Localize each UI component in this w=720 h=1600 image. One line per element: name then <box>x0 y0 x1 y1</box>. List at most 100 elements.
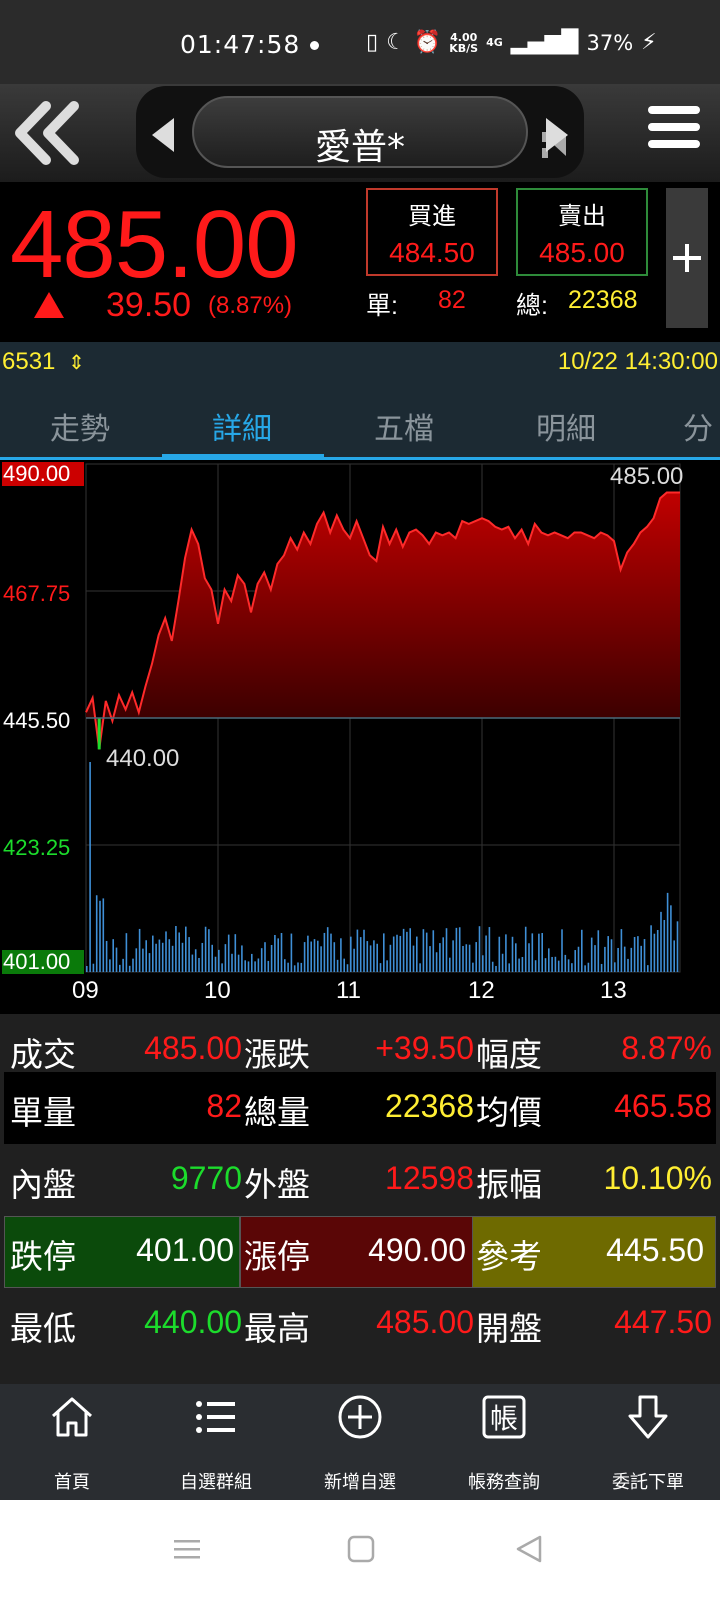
volume-bar <box>178 932 180 972</box>
volume-bar <box>538 933 540 972</box>
volume-bar <box>346 964 349 972</box>
volume-bar <box>557 960 560 972</box>
y-tick-label: 401.00 <box>3 949 70 974</box>
volume-bar <box>208 929 210 972</box>
nav-account-query[interactable]: 帳 帳務查詢 <box>432 1384 576 1500</box>
volume-bar <box>135 948 138 972</box>
volume-bar <box>251 953 253 972</box>
quote-header: 485.00 39.50 (8.87%) 買進 484.50 賣出 485.00… <box>0 182 720 342</box>
tab-transactions[interactable]: 明細 <box>486 404 646 448</box>
volume-bar <box>363 929 365 972</box>
volume-bar <box>389 944 392 972</box>
volume-bar <box>310 941 312 972</box>
volume-bar <box>274 934 276 972</box>
grid-row: 最低 440.00 最高 485.00 開盤 447.50 <box>4 1288 716 1360</box>
nav-place-order[interactable]: 委託下單 <box>576 1384 720 1500</box>
volume-bar <box>241 945 243 972</box>
volume-bar <box>171 945 174 972</box>
volume-bar <box>165 931 167 972</box>
volume-bar <box>640 945 642 972</box>
sell-button[interactable]: 賣出 485.00 <box>516 188 648 276</box>
grid-value: 8.87% <box>621 1030 712 1066</box>
volume-bar <box>227 934 230 972</box>
tab-detail[interactable]: 詳細 <box>162 404 322 448</box>
y-tick-label: 467.75 <box>3 581 70 606</box>
volume-bar <box>221 963 223 972</box>
prev-stock-button[interactable] <box>152 118 174 152</box>
volume-bar <box>554 956 557 972</box>
total-volume-label: 總: <box>516 292 548 320</box>
sell-label: 賣出 <box>558 202 606 230</box>
grid-label: 成交 <box>10 1035 76 1074</box>
volume-bar <box>300 962 303 972</box>
volume-bar <box>548 948 550 972</box>
volume-bar <box>647 965 649 972</box>
volume-bar <box>633 936 636 972</box>
volume-bar <box>643 939 646 972</box>
volume-bar <box>399 935 402 972</box>
x-tick-label: 10 <box>204 977 231 1004</box>
volume-bar <box>637 936 639 972</box>
volume-bar <box>475 942 477 972</box>
buy-button[interactable]: 買進 484.50 <box>366 188 498 276</box>
grid-row: 單量 82 總量 22368 均價 465.58 <box>4 1072 716 1144</box>
volume-bar <box>630 947 633 972</box>
grid-label: 總量 <box>244 1093 310 1132</box>
grid-value: 447.50 <box>614 1304 712 1340</box>
tab-more[interactable]: 分 <box>648 404 720 448</box>
intraday-chart[interactable]: 490.00 467.75 445.50 423.25 401.00 09 10 11 12 13… <box>0 460 720 1014</box>
recent-apps-icon[interactable] <box>172 1534 202 1564</box>
menu-button[interactable] <box>648 106 700 160</box>
price-change: 39.50 <box>106 286 192 324</box>
nav-add-watchlist[interactable]: 新增自選 <box>288 1384 432 1500</box>
volume-bar <box>673 940 675 972</box>
grid-value: 22368 <box>385 1088 474 1124</box>
volume-bar <box>432 930 435 972</box>
quote-detail-grid: 成交 485.00 漲跌 +39.50 幅度 8.87% 單量 82 總量 22… <box>0 1014 720 1384</box>
volume-bar <box>102 898 105 972</box>
grid-value: 485.00 <box>144 1030 242 1066</box>
volume-bar <box>115 947 118 972</box>
volume-bar <box>656 930 659 972</box>
order-arrow-icon <box>628 1395 668 1439</box>
volume-bar <box>670 905 672 972</box>
back-button[interactable] <box>12 98 84 168</box>
volume-bar <box>491 961 494 972</box>
volume-bar <box>501 953 504 972</box>
volume-bar <box>152 935 154 972</box>
grid-value: 12598 <box>385 1160 474 1196</box>
volume-bar <box>109 959 111 972</box>
status-icons: ▯ ☾ ⏰ 4.00 KB/S 4G ▂▄▆█ 37% ⚡ <box>366 30 657 55</box>
volume-bar <box>574 950 576 972</box>
grid-label: 開盤 <box>476 1309 542 1348</box>
next-stock-button[interactable] <box>546 118 568 152</box>
volume-bar <box>92 963 95 972</box>
home-square-icon[interactable] <box>346 1534 376 1564</box>
tab-trend[interactable]: 走勢 <box>0 404 160 448</box>
volume-bar <box>485 935 487 972</box>
volume-bar <box>577 946 580 972</box>
volume-bar <box>607 936 609 972</box>
add-button[interactable] <box>666 188 708 328</box>
back-triangle-icon[interactable] <box>514 1534 544 1564</box>
battery-level: 37% <box>586 30 634 55</box>
grid-label: 振幅 <box>476 1165 542 1204</box>
volume-bar <box>254 961 256 972</box>
volume-bar <box>277 938 279 972</box>
volume-bar <box>396 934 398 972</box>
nav-watchlist-groups[interactable]: 自選群組 <box>144 1384 288 1500</box>
volume-bar <box>369 945 372 972</box>
updown-icon[interactable]: ⇕ <box>68 350 85 374</box>
volume-bar <box>442 937 444 972</box>
volume-bar <box>604 946 606 972</box>
tab-five-levels[interactable]: 五檔 <box>324 404 484 448</box>
volume-bar <box>201 942 204 972</box>
stock-name-pill[interactable]: 愛普* <box>192 96 566 168</box>
volume-bar <box>89 762 91 972</box>
stock-selector: 愛普* <box>136 86 584 178</box>
volume-bar <box>534 960 537 972</box>
nav-home[interactable]: 首頁 <box>0 1384 144 1500</box>
network-type: 4G <box>486 36 503 49</box>
volume-bar <box>462 945 464 972</box>
volume-bar <box>343 958 345 972</box>
